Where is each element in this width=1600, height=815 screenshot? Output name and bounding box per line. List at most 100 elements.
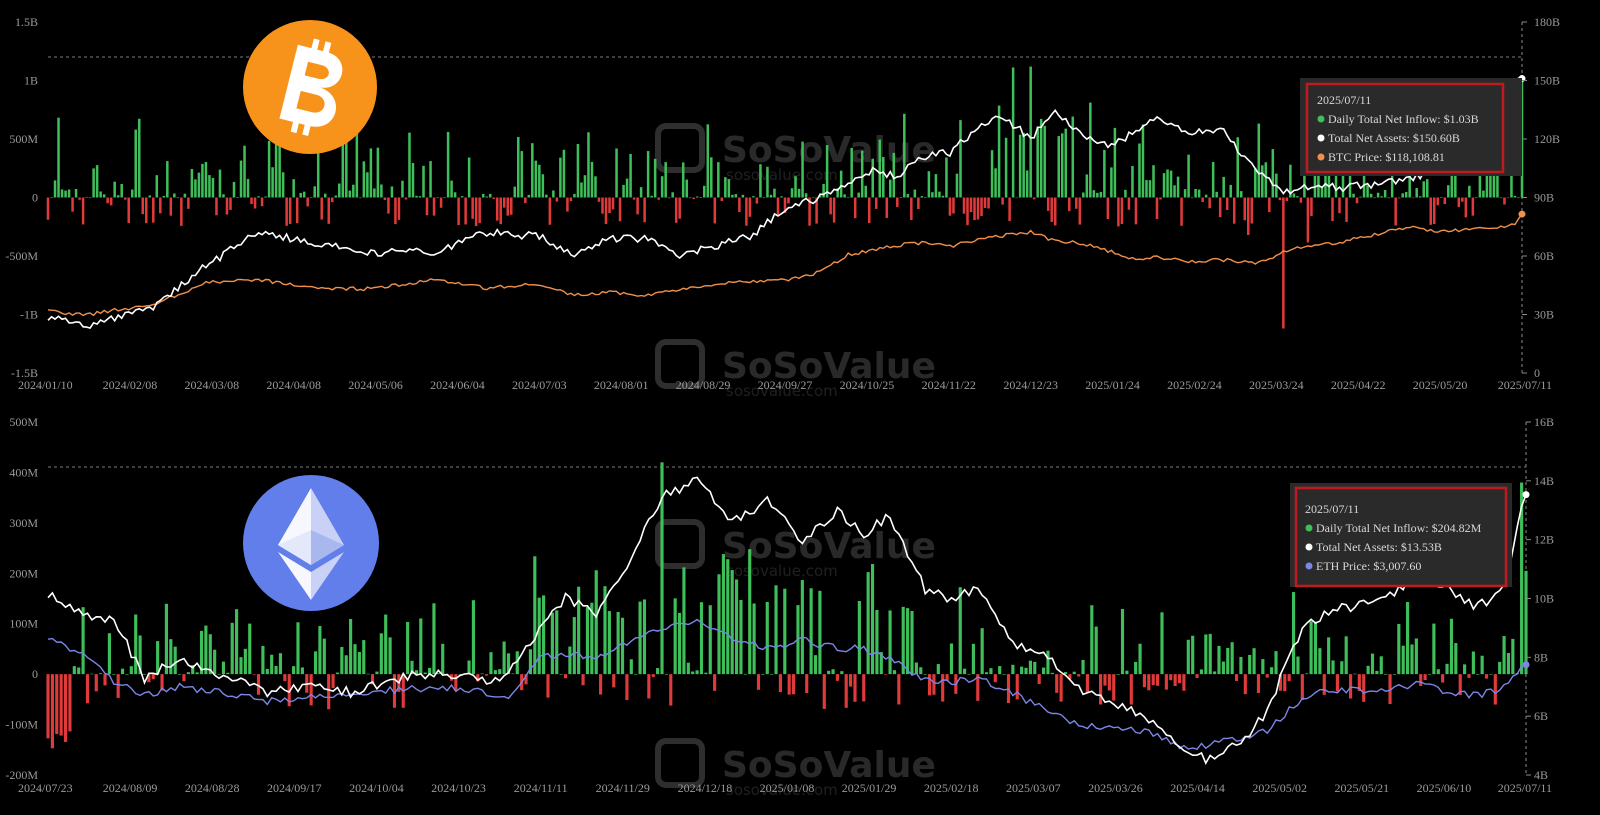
btc-x-tick-label: 2025/03/24 — [1249, 378, 1304, 392]
eth-inflow-bar — [1375, 670, 1379, 675]
btc-inflow-bar — [759, 164, 762, 198]
btc-inflow-bar — [243, 145, 246, 198]
eth-inflow-bar — [498, 669, 502, 675]
btc-inflow-bar — [425, 197, 429, 216]
btc-inflow-bar — [576, 144, 580, 198]
btc-x-tick-label: 2024/03/08 — [184, 378, 239, 392]
eth-inflow-bar — [85, 674, 90, 704]
bitcoin-logo-icon — [243, 20, 377, 154]
eth-inflow-bar — [1449, 618, 1454, 675]
btc-inflow-bar — [874, 197, 878, 209]
eth-inflow-bar — [708, 605, 712, 675]
btc-inflow-bar — [397, 197, 401, 220]
eth-inflow-bar — [1392, 674, 1396, 675]
eth-inflow-bar — [1213, 671, 1217, 675]
btc-inflow-bar — [450, 180, 453, 198]
eth-left-tick-label: 300M — [9, 516, 38, 530]
btc-inflow-bar — [232, 181, 236, 198]
btc-inflow-bar — [327, 197, 331, 224]
eth-tooltip-assets-label: Total Net Assets — [1316, 540, 1395, 554]
eth-inflow-bar — [195, 672, 199, 675]
eth-x-tick-label: 2025/01/08 — [760, 781, 815, 795]
eth-inflow-bar — [1265, 674, 1269, 678]
btc-inflow-bar — [460, 196, 464, 198]
eth-left-axis: 500M 400M 300M 200M 100M 0 -100M -200M — [5, 415, 38, 782]
btc-inflow-bar — [81, 197, 85, 225]
btc-inflow-bar — [685, 179, 688, 198]
eth-inflow-bar — [375, 671, 379, 675]
eth-inflow-bar — [502, 641, 506, 675]
btc-inflow-bar — [1310, 197, 1313, 217]
btc-inflow-bar — [646, 151, 650, 198]
btc-inflow-bar — [527, 194, 531, 198]
btc-inflow-bar — [295, 197, 299, 224]
btc-inflow-bar — [706, 124, 710, 198]
eth-inflow-bar — [1024, 667, 1028, 675]
eth-inflow-bar — [1020, 666, 1024, 675]
eth-inflow-bar — [923, 674, 927, 675]
eth-inflow-bar — [1322, 674, 1326, 695]
eth-inflow-bar — [677, 612, 682, 675]
btc-inflow-bar — [260, 197, 264, 207]
eth-right-tick-label: 12B — [1534, 533, 1554, 547]
eth-inflow-bar — [362, 640, 366, 675]
eth-inflow-bar — [625, 674, 629, 701]
btc-inflow-bar — [608, 197, 611, 214]
btc-inflow-bar — [467, 157, 471, 198]
btc-inflow-bar — [1127, 197, 1131, 210]
eth-inflow-bar — [1291, 592, 1296, 675]
eth-inflow-bar — [1015, 674, 1019, 700]
eth-inflow-bar — [213, 649, 217, 675]
btc-inflow-bar — [1103, 149, 1106, 198]
eth-inflow-bar — [844, 674, 848, 708]
btc-inflow-bar — [1032, 197, 1036, 200]
btc-inflow-bar — [650, 195, 653, 198]
eth-price-line — [47, 618, 1527, 750]
btc-inflow-bar — [1415, 188, 1418, 198]
eth-x-tick-label: 2025/05/21 — [1334, 781, 1389, 795]
btc-right-tick-label: 150B — [1534, 74, 1560, 88]
btc-inflow-bar — [629, 153, 632, 198]
eth-inflow-bar — [542, 595, 546, 675]
btc-inflow-bar — [1306, 197, 1310, 243]
btc-inflow-bar — [352, 184, 355, 198]
btc-inflow-bar — [152, 197, 155, 223]
btc-inflow-bar — [1355, 197, 1359, 204]
btc-inflow-bar — [1204, 194, 1208, 198]
btc-inflow-bar — [366, 172, 369, 198]
eth-tooltip-inflow-label: Daily Total Net Inflow — [1316, 521, 1426, 535]
btc-inflow-bar — [731, 194, 734, 198]
btc-inflow-bar — [1513, 195, 1517, 198]
eth-inflow-bar — [379, 633, 383, 675]
eth-inflow-bar — [230, 622, 234, 675]
eth-inflow-bar — [248, 623, 252, 675]
btc-inflow-bar — [615, 148, 618, 198]
eth-inflow-bar — [50, 674, 54, 749]
btc-inflow-bar — [1211, 162, 1215, 198]
btc-inflow-bar — [1499, 197, 1503, 199]
eth-x-tick-label: 2025/04/14 — [1170, 781, 1225, 795]
btc-inflow-bar — [1187, 154, 1190, 198]
eth-inflow-bar — [1077, 674, 1081, 677]
eth-x-tick-label: 2024/07/23 — [18, 781, 73, 795]
btc-inflow-bar — [1345, 197, 1348, 222]
btc-inflow-bar — [359, 197, 362, 199]
btc-inflow-bar — [878, 139, 882, 198]
eth-inflow-bar — [537, 597, 541, 675]
eth-inflow-bar — [349, 618, 353, 675]
eth-inflow-bar — [1436, 669, 1440, 675]
btc-inflow-bar — [1278, 197, 1282, 201]
eth-inflow-bar — [958, 587, 962, 675]
eth-inflow-bar — [1476, 674, 1480, 675]
btc-inflow-bar — [422, 165, 425, 198]
eth-inflow-bar — [1344, 636, 1348, 675]
eth-inflow-bar — [730, 570, 734, 675]
etf-flow-dashboard: SoSoValue sosovalue.com SoSoValue sosovalue… — [0, 0, 1600, 815]
eth-inflow-bar — [112, 674, 116, 675]
btc-inflow-bar — [1180, 197, 1183, 226]
eth-inflow-bar — [357, 651, 361, 675]
eth-inflow-bar — [274, 665, 278, 675]
btc-inflow-bar — [502, 197, 506, 208]
eth-inflow-bar — [1432, 623, 1436, 675]
eth-inflow-bar — [660, 462, 664, 675]
